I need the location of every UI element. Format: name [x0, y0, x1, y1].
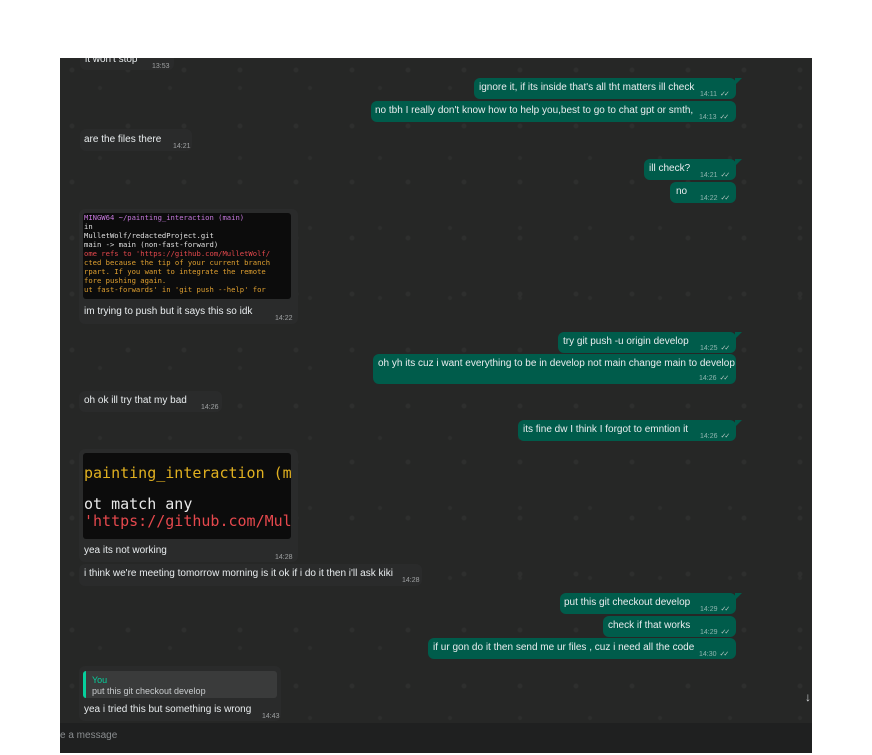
double-check-icon: ✓✓ [720, 629, 731, 636]
message-incoming-image: MINGW64 ~/painting_interaction (main) in… [79, 209, 298, 324]
chat-panel: it won't stop 13:53 ignore it, if its in… [60, 58, 812, 723]
message-text: check if that works [608, 620, 691, 631]
arrow-down-icon: ↓ [805, 690, 811, 704]
message-time: 13:53 [152, 63, 170, 70]
message-composer[interactable]: e a message [60, 723, 812, 753]
terminal-line: 'https://github.com/Mul [84, 512, 291, 530]
message-input[interactable]: e a message [60, 730, 117, 741]
message-time: 14:26 [700, 433, 718, 440]
message-text: its fine dw I think I forgot to emntion … [523, 424, 689, 435]
message-incoming: are the files there 14:21 [80, 129, 192, 151]
message-meta: 14:22 ✓✓ [700, 192, 731, 206]
message-time: 14:29 [700, 629, 718, 636]
message-meta: 14:29 ✓✓ [700, 603, 731, 617]
message-outgoing: try git push -u origin develop 14:25 ✓✓ [558, 332, 742, 353]
message-time: 14:29 [700, 606, 718, 613]
message-text: it won't stop [85, 58, 138, 65]
scroll-to-bottom-button[interactable]: ↓ [801, 690, 815, 704]
double-check-icon: ✓✓ [719, 375, 730, 382]
message-meta: 14:26 ✓✓ [699, 372, 730, 386]
message-meta: 14:11 ✓✓ [700, 88, 730, 102]
message-outgoing: oh yh its cuz i want everything to be in… [373, 354, 736, 384]
double-check-icon: ✓✓ [720, 172, 731, 179]
double-check-icon: ✓✓ [720, 195, 731, 202]
terminal-line: MINGW64 ~/painting_interaction (main) [84, 213, 245, 222]
message-text: im trying to push but it says this so id… [84, 306, 253, 317]
message-outgoing: if ur gon do it then send me ur files , … [428, 638, 736, 659]
message-text: yea its not working [84, 545, 167, 556]
double-check-icon: ✓✓ [719, 651, 730, 658]
message-incoming: oh ok ill try that my bad 14:26 [79, 391, 222, 412]
message-time: 14:43 [262, 713, 280, 720]
double-check-icon: ✓✓ [720, 606, 731, 613]
message-outgoing: no tbh I really don't know how to help y… [371, 101, 736, 122]
message-incoming: it won't stop 13:53 [80, 58, 174, 70]
message-meta: 14:21 ✓✓ [700, 169, 731, 183]
message-time: 14:22 [700, 195, 718, 202]
message-time: 14:28 [275, 554, 293, 561]
message-text: are the files there [84, 134, 162, 145]
message-text: i think we're meeting tomorrow morning i… [84, 568, 393, 579]
message-time: 14:13 [699, 114, 717, 121]
message-meta: 14:26 ✓✓ [700, 430, 731, 444]
message-time: 14:11 [700, 91, 717, 98]
message-outgoing: check if that works 14:29 ✓✓ [603, 616, 736, 637]
message-text: yea i tried this but something is wrong [84, 704, 252, 715]
terminal-screenshot[interactable]: MINGW64 ~/painting_interaction (main) in… [83, 213, 291, 299]
message-time: 14:30 [699, 651, 717, 658]
message-time: 14:26 [201, 404, 219, 411]
quote-text: put this git checkout develop [92, 686, 206, 696]
terminal-line: painting_interaction (mai [84, 464, 291, 482]
double-check-icon: ✓✓ [720, 433, 731, 440]
message-time: 14:25 [700, 345, 718, 352]
message-time: 14:22 [275, 315, 293, 322]
double-check-icon: ✓✓ [719, 114, 730, 121]
message-meta: 14:13 ✓✓ [699, 111, 730, 125]
message-outgoing: ill check? 14:21 ✓✓ [644, 159, 742, 183]
message-text: ignore it, if its inside that's all tht … [479, 82, 695, 93]
message-text: try git push -u origin develop [563, 336, 689, 347]
message-outgoing: put this git checkout develop 14:29 ✓✓ [560, 593, 742, 617]
double-check-icon: ✓✓ [720, 345, 731, 352]
message-text: oh ok ill try that my bad [84, 395, 187, 406]
message-incoming-image: painting_interaction (mai ot match any '… [79, 449, 298, 562]
double-check-icon: ✓✓ [720, 91, 730, 98]
quoted-message[interactable]: You put this git checkout develop [83, 671, 277, 698]
terminal-line: ot match any [84, 495, 193, 513]
message-meta: 14:30 ✓✓ [699, 648, 730, 662]
terminal-screenshot[interactable]: painting_interaction (mai ot match any '… [83, 453, 291, 539]
message-text: if ur gon do it then send me ur files , … [433, 642, 695, 653]
message-text: ill check? [649, 163, 691, 174]
message-text: oh yh its cuz i want everything to be in… [378, 358, 735, 369]
message-text: no tbh I really don't know how to help y… [375, 105, 694, 116]
message-incoming: i think we're meeting tomorrow morning i… [79, 564, 422, 586]
terminal-line: ut fast-forwards' in 'git push --help' f… [84, 285, 266, 294]
message-time: 14:26 [699, 375, 717, 382]
message-outgoing: its fine dw I think I forgot to emntion … [518, 420, 742, 444]
message-outgoing: no 14:22 ✓✓ [670, 182, 736, 203]
message-text: no [676, 186, 688, 197]
message-time: 14:21 [173, 143, 191, 150]
message-time: 14:28 [402, 577, 420, 584]
message-text: put this git checkout develop [564, 597, 691, 608]
message-incoming-reply: You put this git checkout develop yea i … [79, 666, 281, 721]
message-outgoing: ignore it, if its inside that's all tht … [474, 78, 742, 102]
message-time: 14:21 [700, 172, 718, 179]
